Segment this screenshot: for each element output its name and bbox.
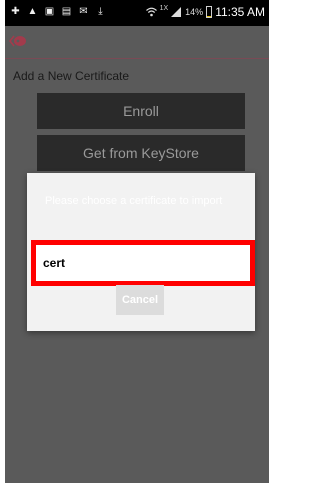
network-type-label: 1X — [159, 4, 169, 12]
warning-icon: ▲ — [27, 6, 38, 17]
dialog-message: Please choose a certificate to import — [45, 195, 223, 207]
download-icon: ⤓ — [98, 6, 103, 17]
battery-level — [207, 16, 212, 17]
action-bar — [5, 26, 269, 59]
section-title: Add a New Certificate — [13, 69, 130, 83]
signal-icon — [171, 6, 182, 18]
certificate-name-input[interactable] — [36, 245, 250, 281]
battery-percent: 14% — [185, 7, 204, 17]
notification-icons: ✚ ▲ ▣ ▤ ✉ ⤓ — [10, 6, 106, 17]
plus-icon: ✚ — [11, 6, 20, 17]
image-icon: ▣ — [44, 6, 55, 17]
wifi-icon — [145, 7, 157, 18]
highlighted-input-frame — [31, 240, 255, 286]
get-from-keystore-button[interactable]: Get from KeyStore — [37, 135, 245, 171]
status-bar: ✚ ▲ ▣ ▤ ✉ ⤓ 1X 14% 11:35 AM — [5, 0, 269, 26]
enroll-button[interactable]: Enroll — [37, 93, 245, 129]
mail-icon: ✉ — [79, 6, 88, 17]
clock: 11:35 AM — [215, 5, 265, 19]
cancel-button[interactable]: Cancel — [116, 285, 164, 315]
system-status: 1X 14% 11:35 AM — [145, 4, 265, 19]
screen: ✚ ▲ ▣ ▤ ✉ ⤓ 1X 14% 11:35 AM Add a New Ce… — [5, 0, 269, 483]
phone-frame: ✚ ▲ ▣ ▤ ✉ ⤓ 1X 14% 11:35 AM Add a New Ce… — [0, 0, 272, 483]
choose-certificate-dialog: Please choose a certificate to import Ca… — [27, 173, 255, 331]
app-icon[interactable] — [8, 34, 27, 48]
news-icon: ▤ — [61, 6, 72, 17]
battery-icon — [206, 6, 213, 18]
